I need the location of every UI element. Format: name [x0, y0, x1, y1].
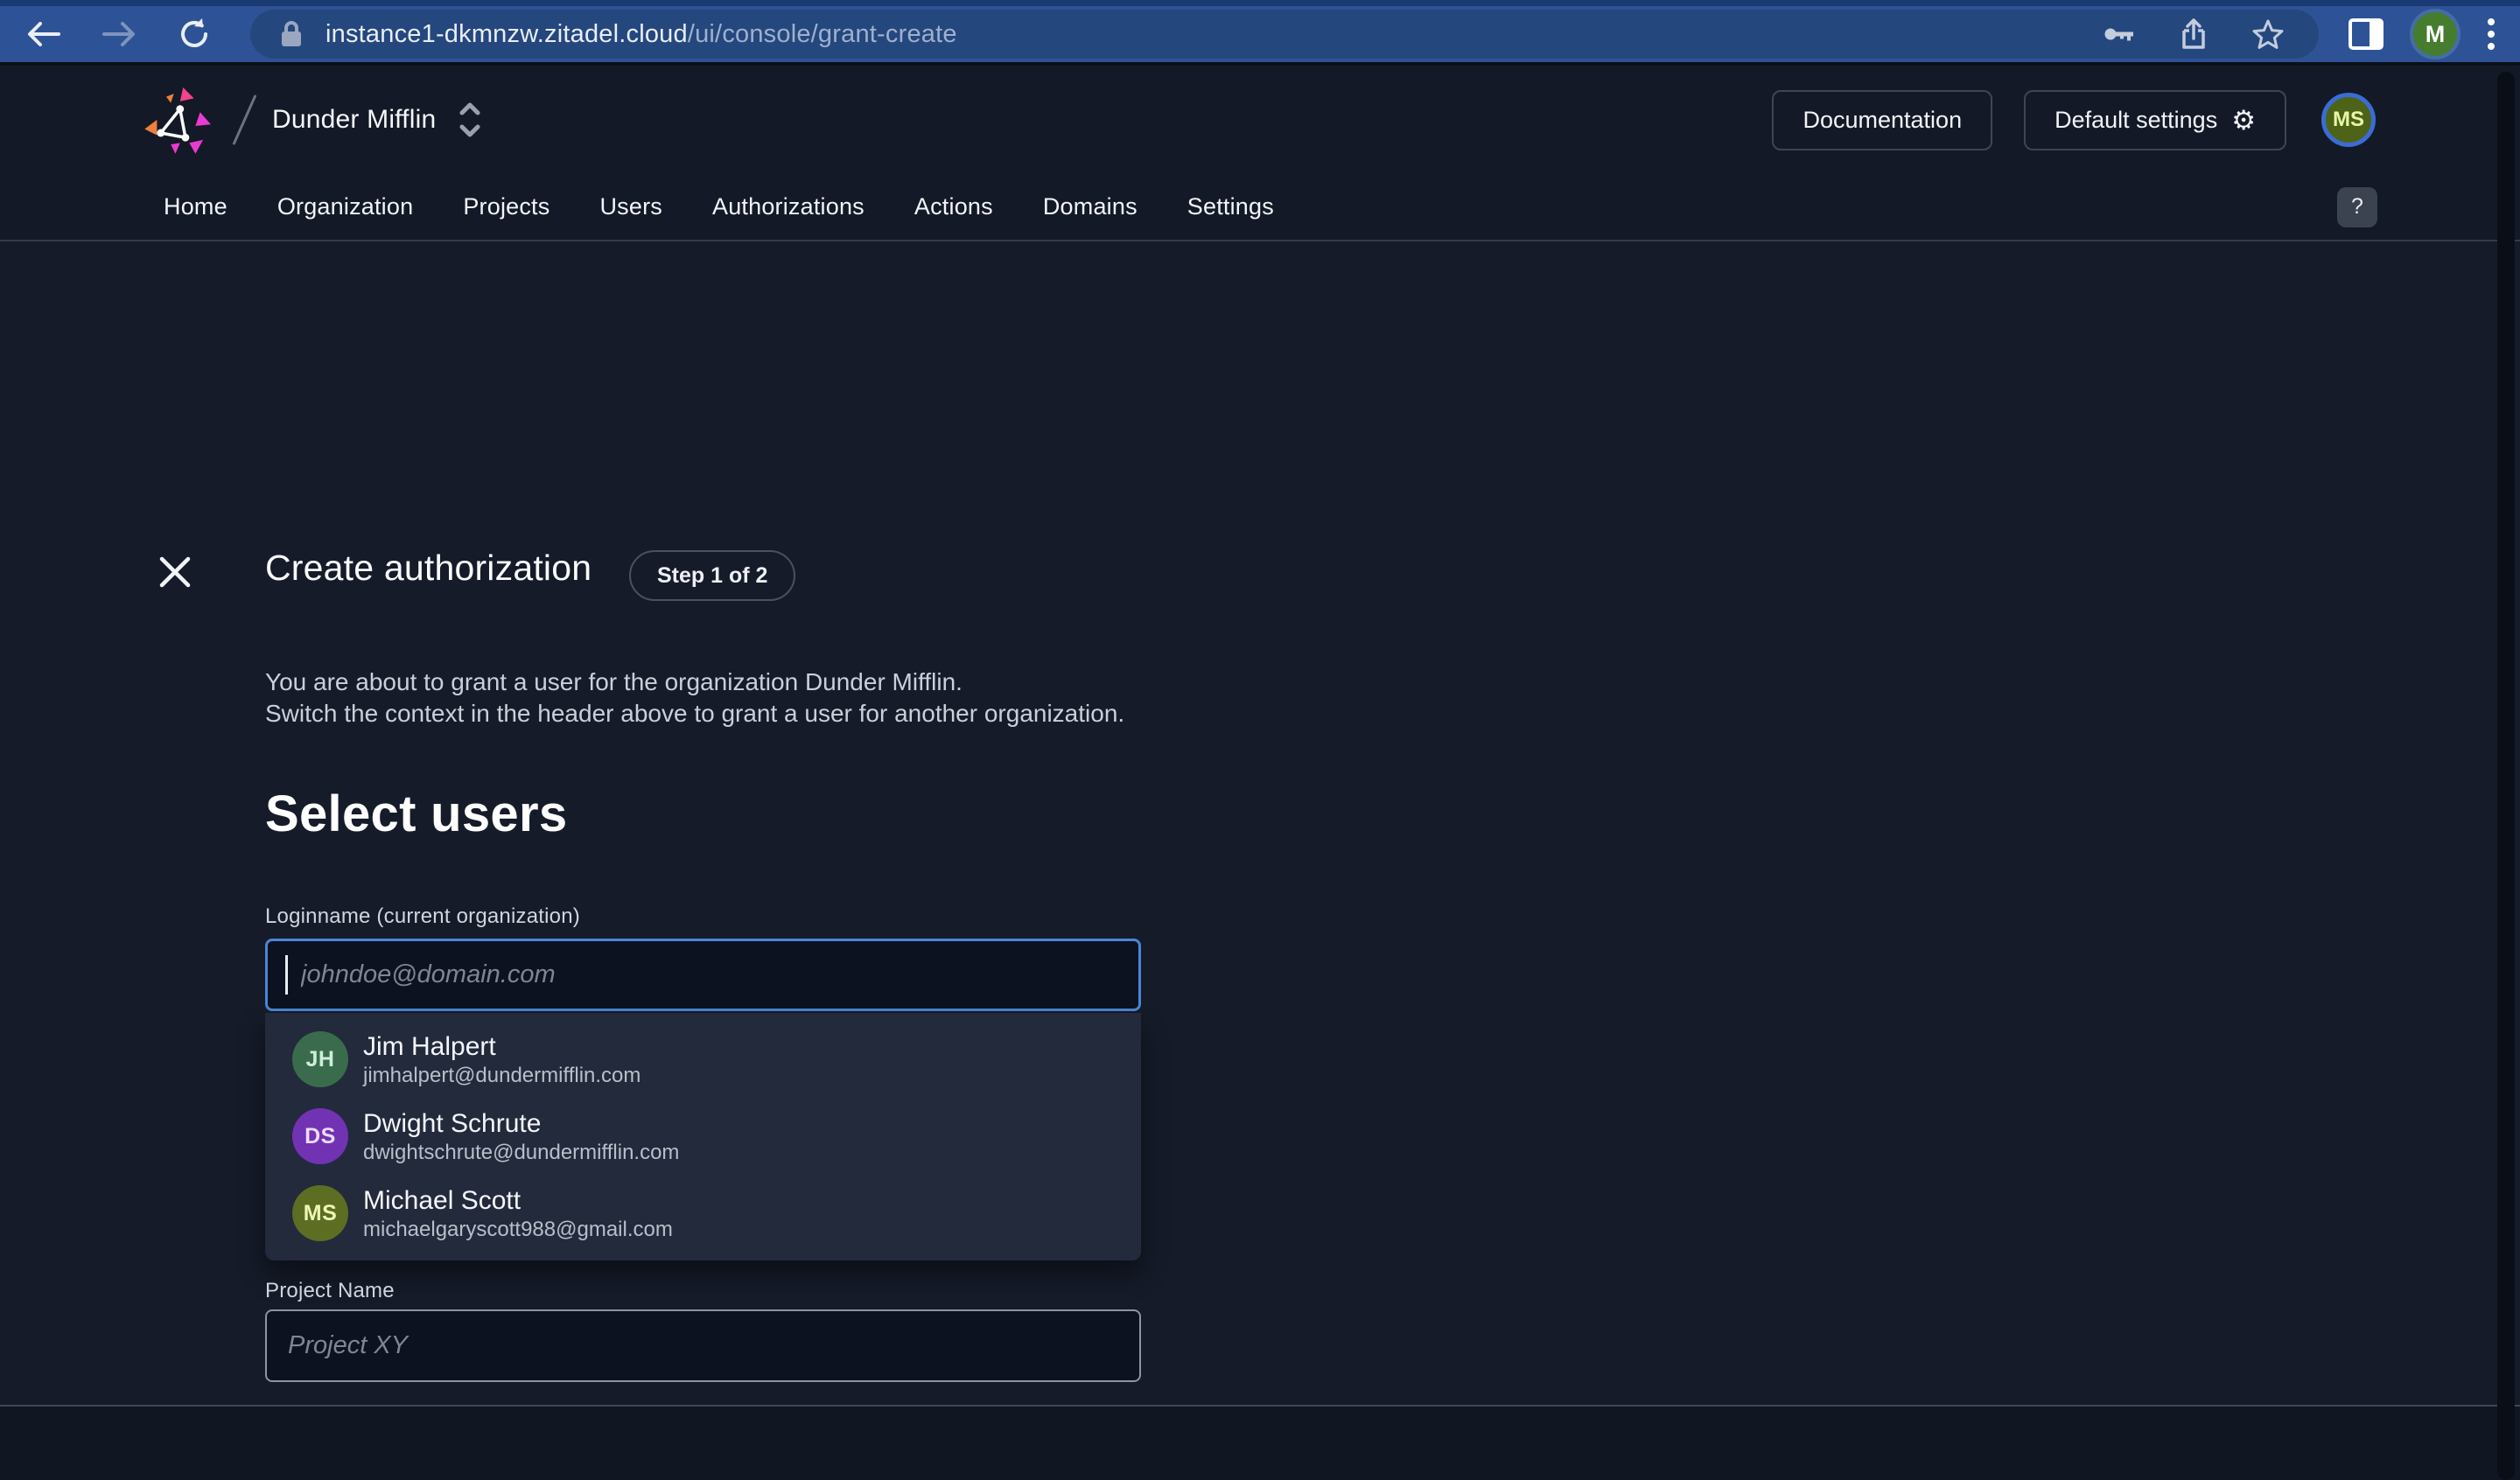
user-email: michaelgaryscott988@gmail.com [363, 1217, 673, 1242]
gear-icon: ⚙ [2231, 107, 2256, 134]
intro-line-2: Switch the context in the header above t… [265, 698, 1124, 730]
back-arrow-icon [26, 19, 61, 49]
default-settings-button[interactable]: Default settings ⚙ [2024, 90, 2286, 150]
user-email: jimhalpert@dundermifflin.com [363, 1063, 640, 1088]
org-switcher-button[interactable] [458, 101, 481, 138]
user-name: Michael Scott [363, 1184, 673, 1217]
section-heading: Select users [265, 785, 567, 843]
footer-area [0, 1407, 2520, 1480]
user-suggestion-item[interactable]: DS Dwight Schrute dwightschrute@dundermi… [265, 1098, 1141, 1175]
step-badge: Step 1 of 2 [629, 550, 795, 601]
nav-item-home[interactable]: Home [164, 193, 228, 220]
browser-toolbar: instance1-dkmnzw.zitadel.cloud/ui/consol… [0, 0, 2520, 66]
browser-refresh-button[interactable] [175, 15, 214, 53]
side-panel-icon[interactable] [2348, 18, 2384, 50]
user-text: Dwight Schrute dwightschrute@dundermiffl… [363, 1107, 679, 1165]
url-path: /ui/console/grant-create [688, 20, 957, 48]
user-suggestions-dropdown: JH Jim Halpert jimhalpert@dundermifflin.… [265, 1013, 1141, 1260]
page-title: Create authorization [265, 548, 592, 589]
close-button[interactable] [156, 553, 194, 591]
breadcrumb-slash [233, 94, 257, 145]
user-name: Dwight Schrute [363, 1107, 679, 1140]
loginname-input[interactable] [265, 939, 1141, 1011]
project-name-label: Project Name [265, 1279, 395, 1303]
main-nav: Home Organization Projects Users Authori… [0, 174, 2520, 241]
refresh-icon [177, 17, 212, 52]
documentation-label: Documentation [1802, 107, 1962, 134]
avatar: MS [292, 1185, 348, 1241]
user-avatar[interactable]: MS [2321, 93, 2376, 147]
close-icon [158, 555, 192, 590]
browser-back-button[interactable] [24, 15, 63, 53]
nav-item-users[interactable]: Users [599, 193, 662, 220]
avatar: DS [292, 1108, 348, 1164]
user-suggestion-item[interactable]: MS Michael Scott michaelgaryscott988@gma… [265, 1175, 1141, 1252]
zitadel-logo-icon[interactable] [140, 81, 217, 158]
nav-item-organization[interactable]: Organization [277, 193, 414, 220]
nav-item-actions[interactable]: Actions [914, 193, 993, 220]
password-key-icon[interactable] [2104, 24, 2135, 44]
grant-create-page: Create authorization Step 1 of 2 You are… [0, 241, 2520, 1405]
user-email: dwightschrute@dundermifflin.com [363, 1140, 679, 1165]
intro-text: You are about to grant a user for the or… [265, 667, 1124, 730]
user-name: Jim Halpert [363, 1030, 640, 1063]
nav-item-settings[interactable]: Settings [1187, 193, 1274, 220]
loginname-label: Loginname (current organization) [265, 904, 580, 929]
nav-item-domains[interactable]: Domains [1043, 193, 1138, 220]
project-name-input[interactable] [265, 1309, 1141, 1382]
lock-icon [280, 20, 303, 48]
org-name: Dunder Mifflin [272, 105, 436, 135]
default-settings-label: Default settings [2054, 107, 2217, 134]
page-scrollbar[interactable] [2497, 72, 2515, 1480]
user-text: Jim Halpert jimhalpert@dundermifflin.com [363, 1030, 640, 1088]
avatar: JH [292, 1031, 348, 1087]
url-domain: instance1-dkmnzw.zitadel.cloud [326, 20, 688, 48]
share-icon[interactable] [2180, 17, 2207, 51]
nav-item-projects[interactable]: Projects [463, 193, 550, 220]
forward-arrow-icon [102, 19, 136, 49]
browser-menu-icon[interactable] [2487, 17, 2496, 52]
project-name-field-wrap [265, 1309, 1141, 1382]
browser-profile-avatar[interactable]: M [2410, 9, 2460, 59]
loginname-field-wrap [265, 939, 1141, 1011]
user-suggestion-item[interactable]: JH Jim Halpert jimhalpert@dundermifflin.… [265, 1021, 1141, 1098]
unfold-chevrons-icon [458, 101, 481, 138]
bookmark-star-icon[interactable] [2252, 19, 2284, 49]
help-button[interactable]: ? [2337, 187, 2377, 227]
browser-forward-button[interactable] [100, 15, 138, 53]
browser-address-bar[interactable]: instance1-dkmnzw.zitadel.cloud/ui/consol… [250, 10, 2319, 59]
intro-line-1: You are about to grant a user for the or… [265, 667, 1124, 698]
documentation-button[interactable]: Documentation [1772, 90, 1992, 150]
user-text: Michael Scott michaelgaryscott988@gmail.… [363, 1184, 673, 1242]
app-header: Dunder Mifflin Documentation Default set… [0, 66, 2520, 174]
nav-item-authorizations[interactable]: Authorizations [712, 193, 864, 220]
url-text: instance1-dkmnzw.zitadel.cloud/ui/consol… [326, 20, 957, 49]
text-caret [285, 955, 288, 995]
